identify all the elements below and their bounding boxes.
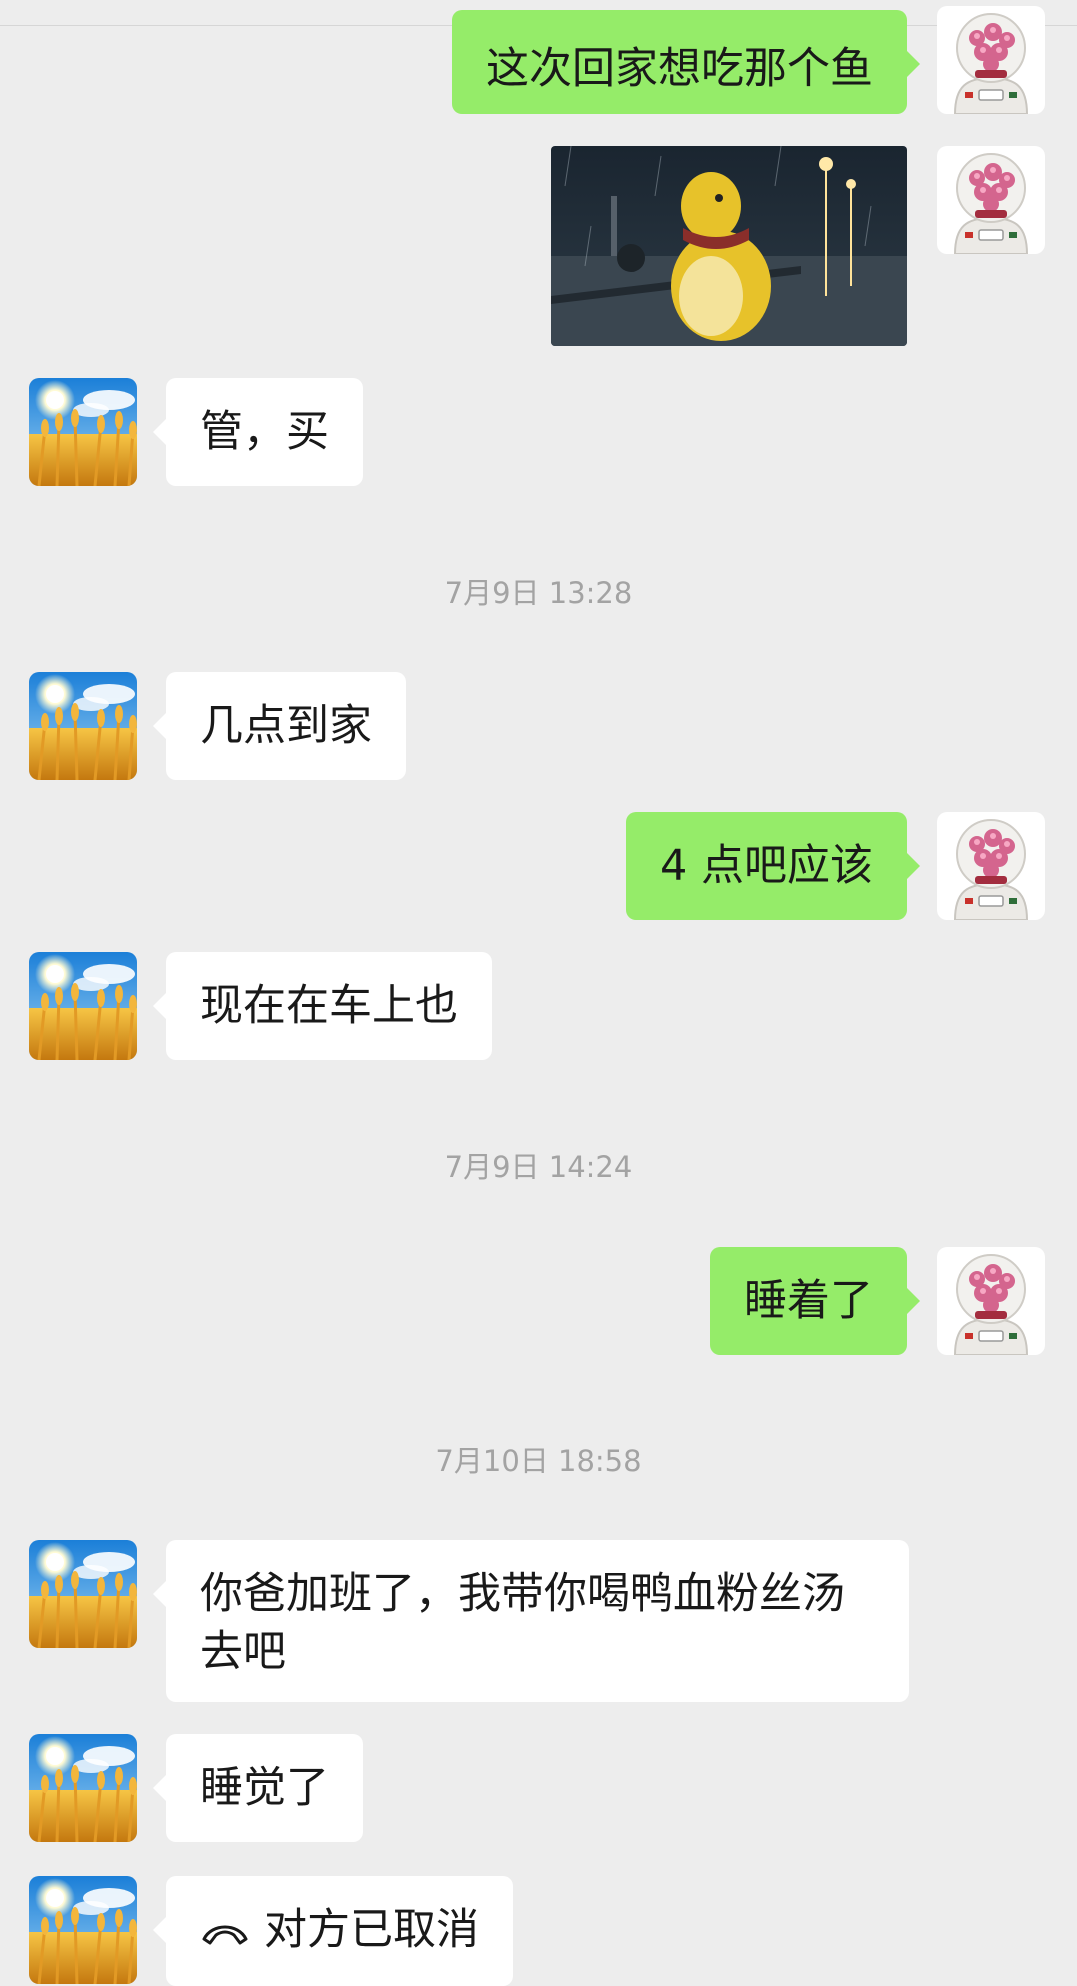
- wheat-field-sun-avatar-icon: [29, 952, 137, 1060]
- contact-avatar[interactable]: [29, 378, 137, 486]
- wheat-field-sun-avatar-icon: [29, 1876, 137, 1984]
- timestamp: 7月9日 14:24: [444, 1150, 633, 1184]
- message-row: 4 点吧应该: [0, 812, 1077, 920]
- astronaut-pink-avatar-icon: [937, 6, 1045, 114]
- outgoing-message-bubble[interactable]: 睡着了: [710, 1247, 920, 1355]
- wheat-field-sun-avatar-icon: [29, 672, 137, 780]
- image-message[interactable]: [551, 146, 907, 346]
- call-status-text: 对方已取消: [264, 1905, 479, 1955]
- timestamp: 7月9日 13:28: [444, 576, 633, 610]
- incoming-message-bubble[interactable]: 几点到家: [153, 672, 406, 780]
- message-row: 对方已取消: [0, 1876, 1077, 1986]
- duck-in-rain-image: [551, 146, 907, 346]
- my-avatar[interactable]: [937, 1247, 1045, 1355]
- wheat-field-sun-avatar-icon: [29, 378, 137, 486]
- phone-hangup-icon: [200, 1904, 250, 1962]
- incoming-message-bubble[interactable]: 管，买: [153, 378, 363, 486]
- wheat-field-sun-avatar-icon: [29, 1734, 137, 1842]
- message-row: [0, 146, 1077, 346]
- contact-avatar[interactable]: [29, 1734, 137, 1842]
- message-row: 睡着了: [0, 1247, 1077, 1355]
- contact-avatar[interactable]: [29, 672, 137, 780]
- incoming-message-bubble[interactable]: 你爸加班了，我带你喝鸭血粉丝汤去吧: [153, 1540, 909, 1702]
- my-avatar[interactable]: [937, 6, 1045, 114]
- my-avatar[interactable]: [937, 812, 1045, 920]
- outgoing-message-bubble[interactable]: 4 点吧应该: [625, 812, 921, 920]
- astronaut-pink-avatar-icon: [937, 1247, 1045, 1355]
- outgoing-message-bubble[interactable]: 这次回家想吃那个鱼: [452, 10, 920, 114]
- my-avatar[interactable]: [937, 146, 1045, 254]
- astronaut-pink-avatar-icon: [937, 146, 1045, 254]
- message-row: 管，买: [0, 378, 1077, 486]
- incoming-message-bubble[interactable]: 睡觉了: [153, 1734, 363, 1842]
- message-row: 几点到家: [0, 672, 1077, 780]
- message-row: 这次回家想吃那个鱼: [0, 0, 1077, 114]
- message-row: 睡觉了: [0, 1734, 1077, 1842]
- message-row: 现在在车上也: [0, 952, 1077, 1060]
- contact-avatar[interactable]: [29, 1540, 137, 1648]
- timestamp: 7月10日 18:58: [435, 1444, 642, 1478]
- contact-avatar[interactable]: [29, 1876, 137, 1984]
- wheat-field-sun-avatar-icon: [29, 1540, 137, 1648]
- message-row: 你爸加班了，我带你喝鸭血粉丝汤去吧: [0, 1540, 1077, 1702]
- astronaut-pink-avatar-icon: [937, 812, 1045, 920]
- call-canceled-bubble[interactable]: 对方已取消: [153, 1876, 513, 1986]
- contact-avatar[interactable]: [29, 952, 137, 1060]
- incoming-message-bubble[interactable]: 现在在车上也: [153, 952, 492, 1060]
